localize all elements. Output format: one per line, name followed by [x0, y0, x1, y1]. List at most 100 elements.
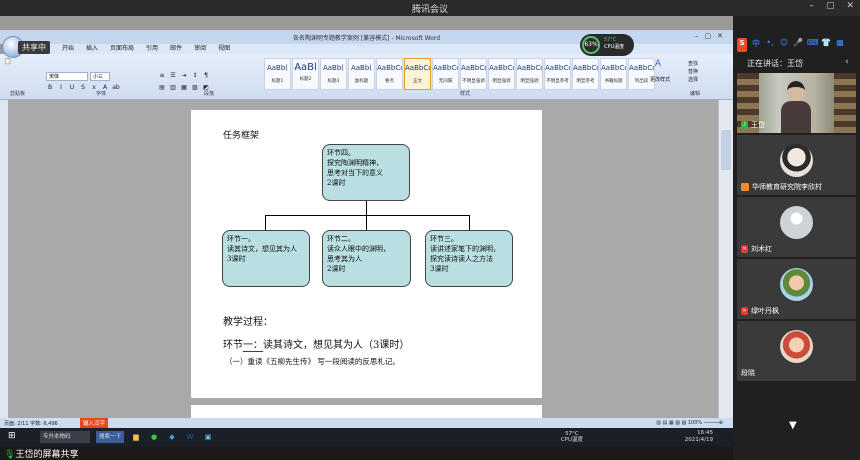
- participant-avatar: [780, 144, 813, 177]
- align-center-icon[interactable]: ▥: [169, 84, 177, 92]
- keyboard-icon[interactable]: ⌨: [807, 38, 819, 52]
- view-zoom-controls[interactable]: ▥ ▤ ▦ ▧ ▨ 100% ─────⊕: [656, 420, 723, 426]
- vertical-scrollbar[interactable]: [718, 100, 733, 418]
- taskbar-cpu-temp: 57°C CPU温度: [561, 431, 583, 443]
- sogou-ime-icon[interactable]: S: [737, 38, 747, 52]
- style-option[interactable]: AaBbCcDd 要点: [376, 58, 403, 90]
- change-styles[interactable]: A: [654, 60, 662, 69]
- word-window-controls[interactable]: –▢✕: [695, 32, 729, 40]
- style-option[interactable]: AaBbCcDd 明显强调: [488, 58, 515, 90]
- stage-three-line-3: 探究读诗读人之方法: [430, 255, 493, 263]
- italic-icon[interactable]: I: [57, 84, 65, 92]
- bold-icon[interactable]: B: [46, 84, 54, 92]
- style-option[interactable]: AaBbCcDd 书籍标题: [600, 58, 627, 90]
- pilcrow-icon[interactable]: ¶: [202, 72, 210, 80]
- punctuation-icon[interactable]: •,: [765, 38, 775, 52]
- style-option[interactable]: AaBb(标题3: [320, 58, 347, 90]
- cpu-temp-readout: 57°C CPU温度: [604, 37, 624, 51]
- ime-chinese-mode[interactable]: 中: [751, 38, 761, 52]
- style-option[interactable]: AaBbCcDc 正文: [404, 58, 431, 90]
- stage-three-line-4: 3课时: [430, 265, 449, 273]
- style-option[interactable]: AaBb(标题1: [264, 58, 291, 90]
- tab-view[interactable]: 视图: [218, 44, 230, 54]
- participant-tile[interactable]: ✕ 绿叶丹枫: [737, 259, 856, 319]
- justify-icon[interactable]: ▧: [191, 84, 199, 92]
- voice-input-icon[interactable]: 🎤: [793, 38, 803, 52]
- tab-review[interactable]: 审阅: [194, 44, 206, 54]
- style-preview: AaBbCcDc: [433, 64, 458, 72]
- participant-tile-video[interactable]: ♪ 王岱: [737, 73, 856, 133]
- style-option[interactable]: AaBl 标题2: [292, 58, 319, 90]
- style-option[interactable]: AaBbCcDd 明显参考: [572, 58, 599, 90]
- screen-share-label: 🎙王岱的屏幕共享: [4, 447, 78, 460]
- scroll-down-icon[interactable]: ▼: [789, 420, 797, 431]
- style-option[interactable]: AaBbCcDd 不明显参考: [544, 58, 571, 90]
- font-name-select[interactable]: 宋体: [46, 72, 88, 81]
- bookshelf-right: [834, 73, 856, 133]
- scrollbar-thumb[interactable]: [721, 130, 731, 170]
- meeting-app-icon[interactable]: ▣: [202, 431, 214, 443]
- change-styles-label[interactable]: 更改样式: [650, 76, 670, 83]
- emoji-icon[interactable]: ☺: [779, 38, 789, 52]
- stage-four-line-2: 探究陶渊明精神，: [327, 159, 383, 167]
- style-name: 明显参考: [576, 79, 595, 84]
- style-option[interactable]: AaBbCcDd 不明显强调: [460, 58, 487, 90]
- close-button[interactable]: ✕: [846, 1, 854, 11]
- skin-icon[interactable]: 👕: [821, 38, 831, 52]
- cpu-temp: 57°C: [604, 37, 617, 43]
- participant-tile[interactable]: ✕ 刘术红: [737, 197, 856, 257]
- tab-insert[interactable]: 插入: [86, 44, 98, 54]
- underline-icon[interactable]: U: [68, 84, 76, 92]
- stage-three-line-1: 环节三。: [430, 235, 458, 243]
- wechat-icon[interactable]: ●: [148, 431, 160, 443]
- minimize-button[interactable]: –: [809, 1, 814, 11]
- style-option[interactable]: AaBbCcDd 明显强调: [516, 58, 543, 90]
- align-left-icon[interactable]: ▤: [158, 84, 166, 92]
- select-button[interactable]: 选择: [688, 76, 698, 84]
- align-right-icon[interactable]: ▦: [180, 84, 188, 92]
- taskbar-search[interactable]: 专升本物码: [40, 431, 90, 443]
- style-option[interactable]: AaBbCcDc列出段: [628, 58, 655, 90]
- style-option[interactable]: AaBb(副标题: [348, 58, 375, 90]
- clock-date: 2021/4/19: [684, 437, 713, 443]
- speaking-indicator: 正在讲话：王岱: [747, 59, 803, 68]
- sort-icon[interactable]: ↕: [191, 72, 199, 80]
- font-size-select[interactable]: 小三: [90, 72, 110, 81]
- indent-icon[interactable]: ⇥: [180, 72, 188, 80]
- find-button[interactable]: 查找: [688, 60, 698, 68]
- style-name: 书籍标题: [604, 79, 623, 84]
- collapse-panel-icon[interactable]: ‹: [845, 57, 849, 67]
- style-option[interactable]: AaBbCcDc 无间隔: [432, 58, 459, 90]
- participant-tile[interactable]: 段晓: [737, 321, 856, 381]
- tab-layout[interactable]: 页面布局: [110, 44, 134, 54]
- paste-icon[interactable]: 📋: [4, 58, 12, 66]
- word-icon[interactable]: W: [184, 431, 196, 443]
- tab-mailings[interactable]: 邮件: [170, 44, 182, 54]
- taskbar-temp-label: CPU温度: [560, 437, 583, 443]
- numbering-icon[interactable]: ☰: [169, 72, 177, 80]
- start-icon[interactable]: ⊞: [8, 431, 16, 441]
- window-controls: – ▢ ✕: [809, 1, 854, 11]
- style-preview: AaBbCcDc: [405, 64, 430, 72]
- bullets-icon[interactable]: ≡: [158, 72, 166, 80]
- toolbox-icon[interactable]: ▦: [835, 38, 845, 52]
- screen-share-owner: 王岱的屏幕共享: [15, 450, 79, 460]
- organization-icon: [741, 183, 749, 191]
- participant-tile[interactable]: 华师教育研究院李欣村: [737, 135, 856, 195]
- participant-avatar: [780, 268, 813, 301]
- tab-home[interactable]: 开始: [62, 44, 74, 54]
- connector-left: [265, 215, 266, 230]
- tab-references[interactable]: 引用: [146, 44, 158, 54]
- replace-button[interactable]: 替换: [688, 68, 698, 76]
- maximize-button[interactable]: ▢: [826, 1, 835, 11]
- strike-icon[interactable]: S: [79, 84, 87, 92]
- taskbar-active-app[interactable]: 搜索一下: [96, 431, 125, 443]
- file-explorer-icon[interactable]: ▆: [130, 431, 142, 443]
- highlight-icon[interactable]: ab: [112, 84, 120, 92]
- tencent-meeting-icon[interactable]: ◆: [166, 431, 178, 443]
- style-preview: AaBb(: [266, 64, 289, 72]
- system-clock[interactable]: 16:45 2021/4/19: [685, 430, 713, 444]
- group-label-styles: 样式: [460, 91, 471, 97]
- stage-one-box: 环节一。 读其诗文，想见其为人 3课时: [222, 230, 310, 287]
- document-page[interactable]: 任务框架 环节四。 探究陶渊明精神， 思考对当下的意义 2课时 环节一。 读其诗…: [191, 110, 542, 398]
